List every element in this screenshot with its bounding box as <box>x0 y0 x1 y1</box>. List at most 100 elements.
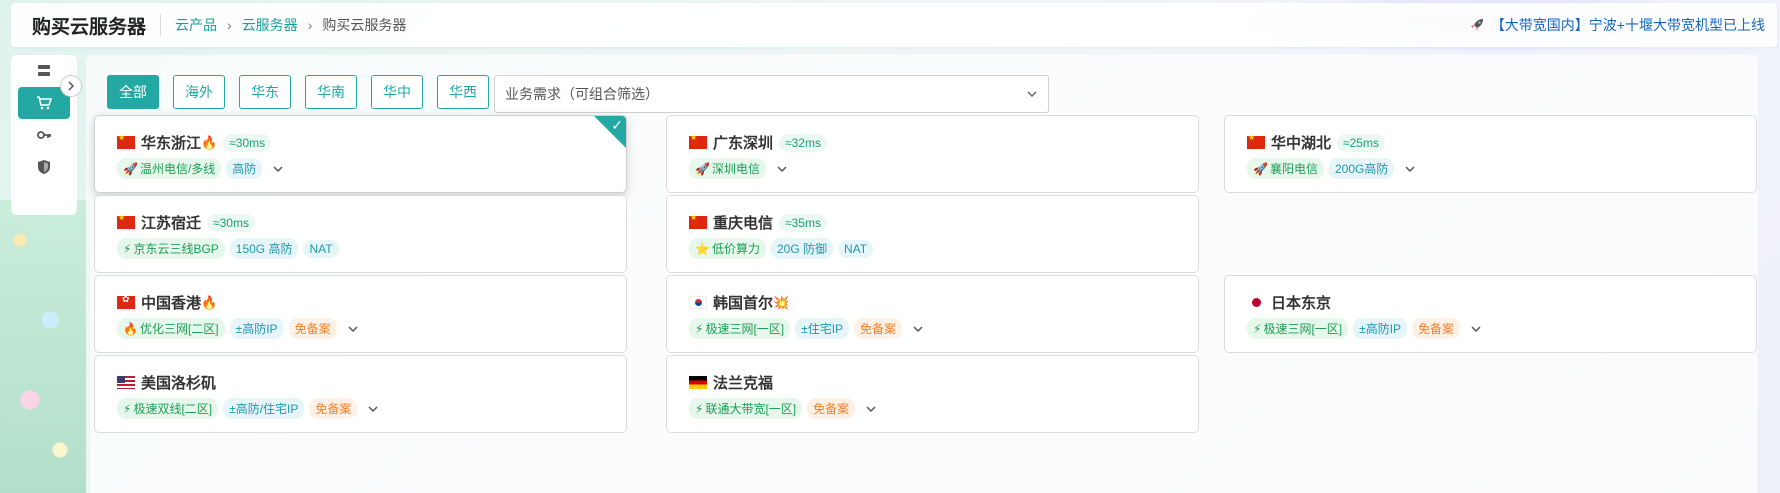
line-tag: 🚀 襄阳电信 <box>1247 158 1324 179</box>
header-divider <box>160 14 162 36</box>
fire-icon: 🔥 <box>201 134 218 150</box>
region-card-zhejiang[interactable]: 华东浙江🔥 ≈30ms 🚀温州电信/多线 高防 ✓ <box>94 115 627 193</box>
region-name: 韩国首尔 <box>713 295 774 312</box>
region-name: 中国香港 <box>141 295 202 312</box>
ip-tag: ±高防IP <box>1353 318 1408 339</box>
server-list-icon <box>38 65 50 76</box>
region-card-los-angeles[interactable]: 美国洛杉矶 ⚡ 极速双线[二区] ±高防/住宅IP 免备案 <box>94 355 627 433</box>
rocket-icon <box>1470 19 1483 31</box>
region-card-suqian[interactable]: 江苏宿迁 ≈30ms ⚡京东云三线BGP 150G 高防 NAT <box>94 195 627 273</box>
filter-west-china-button[interactable]: 华西 <box>437 75 489 109</box>
chevron-right-icon <box>68 81 75 91</box>
filter-central-china-button[interactable]: 华中 <box>371 75 423 109</box>
region-name: 华东浙江 <box>141 135 202 152</box>
rocket-icon: 🚀 <box>695 161 710 176</box>
expand-chevron-icon[interactable] <box>909 320 927 338</box>
check-icon: ✓ <box>611 117 623 133</box>
filter-overseas-button[interactable]: 海外 <box>173 75 225 109</box>
nat-tag: NAT <box>838 239 874 258</box>
tag-text: 温州电信/多线 <box>139 162 216 176</box>
region-name: 重庆电信 <box>713 215 774 232</box>
expand-chevron-icon[interactable] <box>862 400 880 418</box>
flag-china-icon <box>689 133 707 149</box>
background-decoration-left <box>0 200 90 493</box>
no-filing-tag: 免备案 <box>288 318 337 339</box>
region-name: 江苏宿迁 <box>141 215 202 232</box>
no-filing-tag: 免备案 <box>807 398 856 419</box>
region-card-shenzhen[interactable]: 广东深圳 ≈32ms 🚀深圳电信 <box>666 115 1199 193</box>
shield-icon <box>38 160 50 174</box>
line-tag: ⚡ 极速三网[一区] <box>1247 318 1349 339</box>
region-card-seoul[interactable]: 韩国首尔 💥 ⚡ 极速三网[一区] ±住宅IP 免备案 <box>666 275 1199 353</box>
line-tag: 🚀 温州电信/多线 <box>117 158 222 179</box>
line-tag: ⭐ 低价算力 <box>689 238 766 259</box>
region-card-frankfurt[interactable]: 法兰克福 ⚡ 联通大带宽[一区] 免备案 <box>666 355 1199 433</box>
tag-text: 京东云三线BGP <box>133 242 219 256</box>
lightning-icon: ⚡ <box>123 241 132 256</box>
line-tag: ⚡ 京东云三线BGP <box>117 238 225 259</box>
tag-text: 低价算力 <box>711 242 760 256</box>
select-placeholder: 业务需求（可组合筛选） <box>505 86 659 102</box>
announcement-text: 【大带宽国内】宁波+十堰大带宽机型已上线 <box>1490 17 1765 33</box>
region-card-tokyo[interactable]: 日本东京 ⚡ 极速三网[一区] ±高防IP 免备案 <box>1224 275 1757 353</box>
filter-all-button[interactable]: 全部 <box>107 75 159 109</box>
latency-badge: ≈30ms <box>207 213 255 232</box>
region-card-hubei[interactable]: 华中湖北 ≈25ms 🚀襄阳电信 200G高防 <box>1224 115 1757 193</box>
expand-chevron-icon[interactable] <box>1401 160 1419 178</box>
tag-text: 深圳电信 <box>711 162 760 176</box>
expand-chevron-icon[interactable] <box>1467 320 1485 338</box>
sidebar-item-keys[interactable] <box>18 119 70 151</box>
line-tag: ⚡ 联通大带宽[一区] <box>689 398 803 419</box>
breadcrumb-cloud-server[interactable]: 云服务器 <box>242 15 298 35</box>
ip-tag: ±住宅IP <box>795 318 850 339</box>
breadcrumb-cloud-products[interactable]: 云产品 <box>175 15 217 35</box>
tag-text: 联通大带宽[一区] <box>705 402 797 416</box>
key-icon <box>37 131 51 139</box>
latency-badge: ≈25ms <box>1337 133 1385 152</box>
tag-text: 极速三网[一区] <box>705 322 785 336</box>
breadcrumb-separator-icon: › <box>307 17 313 33</box>
tag-text: 极速双线[二区] <box>133 402 213 416</box>
no-filing-tag: 免备案 <box>854 318 903 339</box>
line-tag: 🚀 深圳电信 <box>689 158 766 179</box>
fire-icon: 🔥 <box>201 294 218 310</box>
sidebar-item-security[interactable] <box>18 151 70 183</box>
breadcrumb: 云产品 › 云服务器 › 购买云服务器 <box>175 15 406 35</box>
line-tag: ⚡ 极速双线[二区] <box>117 398 219 419</box>
star-icon: ⭐ <box>695 241 710 256</box>
region-filter-group: 全部 海外 华东 华南 华中 华西 <box>107 75 489 109</box>
region-name: 广东深圳 <box>713 135 774 152</box>
latency-badge: ≈32ms <box>779 133 827 152</box>
expand-chevron-icon[interactable] <box>773 160 791 178</box>
tag-text: 优化三网[二区] <box>139 322 219 336</box>
defense-tag: 150G 高防 <box>229 238 299 259</box>
lightning-icon: ⚡ <box>695 321 704 336</box>
no-filing-tag: 免备案 <box>309 398 358 419</box>
breadcrumb-current: 购买云服务器 <box>322 17 407 33</box>
defense-tag: 20G 防御 <box>770 238 833 259</box>
flag-japan-icon <box>1247 296 1265 309</box>
expand-chevron-icon[interactable] <box>364 400 382 418</box>
filter-south-china-button[interactable]: 华南 <box>305 75 357 109</box>
business-filter-select[interactable]: 业务需求（可组合筛选） <box>494 75 1049 113</box>
sidebar-collapse-button[interactable] <box>60 75 82 97</box>
flag-hongkong-icon <box>117 294 135 309</box>
region-card-chongqing[interactable]: 重庆电信 ≈35ms ⭐低价算力 20G 防御 NAT <box>666 195 1199 273</box>
lightning-icon: ⚡ <box>1253 321 1262 336</box>
rocket-icon: 🚀 <box>123 161 138 176</box>
burst-icon: 💥 <box>773 294 790 310</box>
defense-tag: 200G高防 <box>1328 158 1395 179</box>
flag-china-icon <box>1247 133 1265 149</box>
expand-chevron-icon[interactable] <box>269 160 287 178</box>
flag-germany-icon <box>689 376 707 389</box>
announcement-link[interactable]: 【大带宽国内】宁波+十堰大带宽机型已上线 <box>1469 15 1765 35</box>
region-card-hongkong[interactable]: 中国香港🔥 🔥优化三网[二区] ±高防IP 免备案 <box>94 275 627 353</box>
tag-text: 极速三网[一区] <box>1263 322 1343 336</box>
rocket-icon: 🚀 <box>1253 161 1268 176</box>
latency-badge: ≈35ms <box>779 213 827 232</box>
tag-text: 襄阳电信 <box>1269 162 1318 176</box>
filter-east-china-button[interactable]: 华东 <box>239 75 291 109</box>
expand-chevron-icon[interactable] <box>344 320 362 338</box>
flag-china-icon <box>117 213 135 229</box>
defense-tag: 高防 <box>226 158 263 179</box>
